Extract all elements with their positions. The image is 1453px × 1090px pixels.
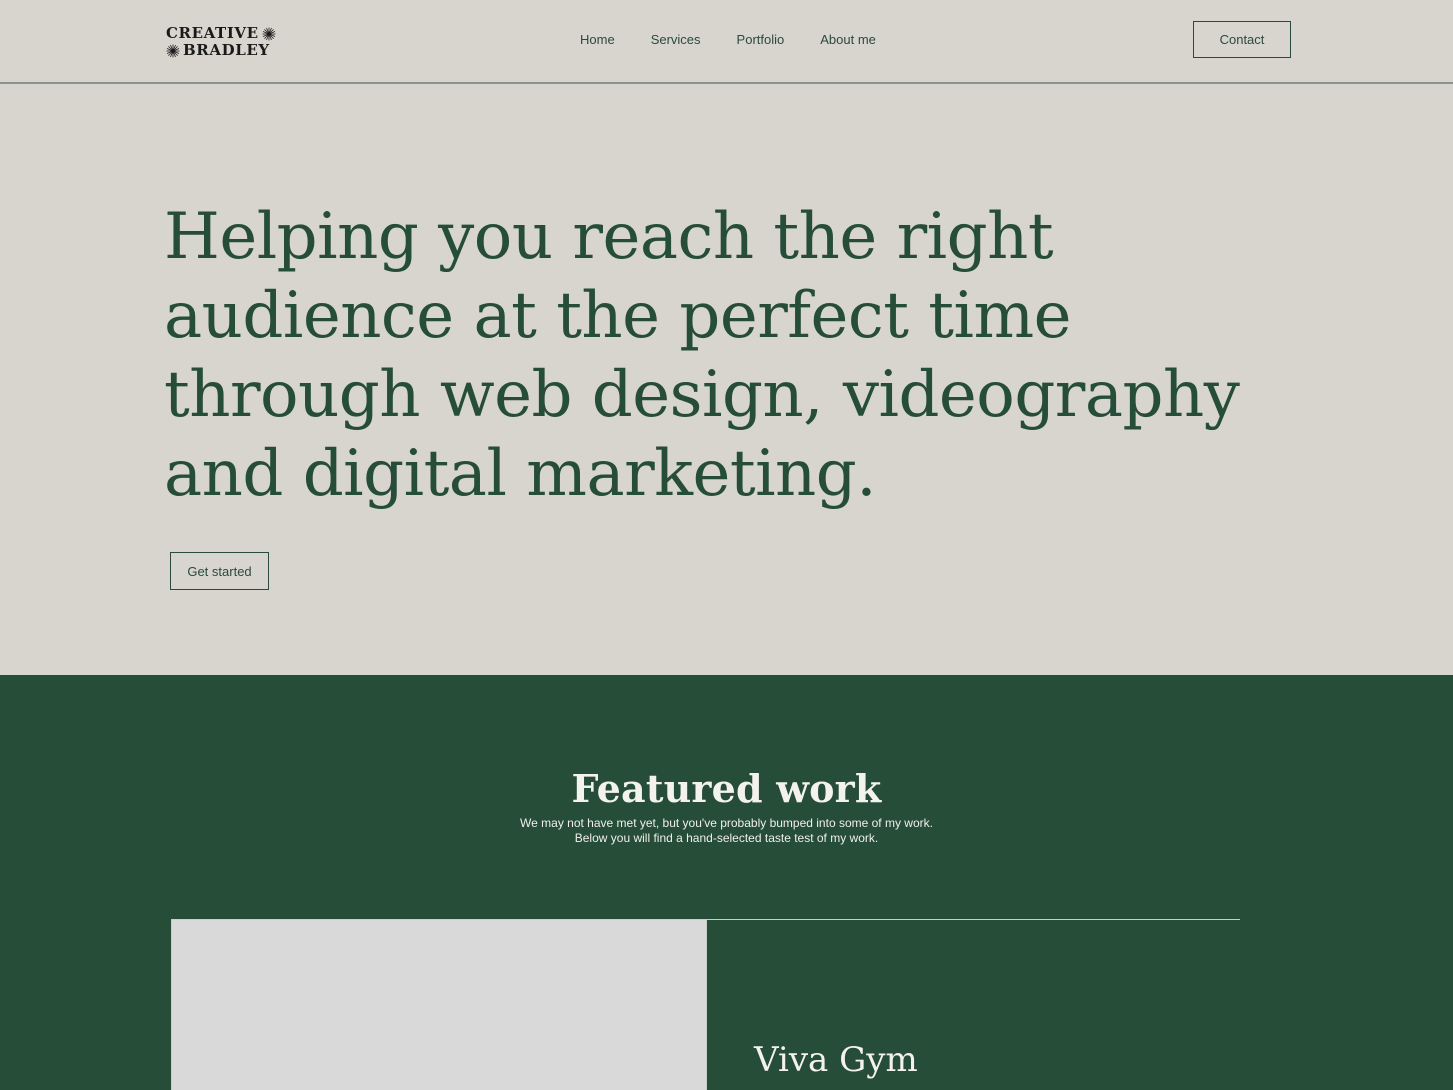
contact-button[interactable]: Contact: [1193, 21, 1291, 58]
featured-work-section: Featured work We may not have met yet, b…: [0, 675, 1453, 1090]
top-navbar: CREATIVE BRADLEY Home Services Portfolio…: [0, 0, 1453, 84]
nav-item-home[interactable]: Home: [580, 32, 615, 48]
featured-subtitle-line-2: Below you will find a hand-selected tast…: [574, 831, 879, 845]
sunburst-icon: [166, 44, 180, 57]
hero-section: Helping you reach the right audience at …: [0, 84, 1453, 675]
nav-item-about-me[interactable]: About me: [820, 32, 876, 48]
logo-text-bradley: BRADLEY: [183, 41, 270, 59]
work-card[interactable]: Viva Gym: [171, 919, 1240, 1090]
nav-item-portfolio[interactable]: Portfolio: [737, 32, 785, 48]
get-started-button[interactable]: Get started: [170, 552, 269, 590]
featured-subtitle-line-1: We may not have met yet, but you've prob…: [520, 816, 933, 830]
logo-text-creative: CREATIVE: [166, 24, 259, 42]
page: CREATIVE BRADLEY Home Services Portfolio…: [0, 0, 1453, 1090]
sunburst-icon: [262, 27, 276, 40]
logo-line-1: CREATIVE: [166, 25, 276, 42]
work-title[interactable]: Viva Gym: [754, 1040, 918, 1080]
featured-subtitle: We may not have met yet, but you've prob…: [0, 816, 1453, 846]
work-info-panel: Viva Gym: [706, 920, 1240, 1090]
nav-item-services[interactable]: Services: [651, 32, 701, 48]
featured-title: Featured work: [571, 766, 882, 811]
brand-logo[interactable]: CREATIVE BRADLEY: [166, 25, 276, 61]
logo-line-2: BRADLEY: [166, 42, 276, 59]
hero-title: Helping you reach the right audience at …: [164, 200, 1240, 511]
work-image-placeholder: [172, 920, 706, 1090]
main-nav: Home Services Portfolio About me: [580, 32, 876, 48]
